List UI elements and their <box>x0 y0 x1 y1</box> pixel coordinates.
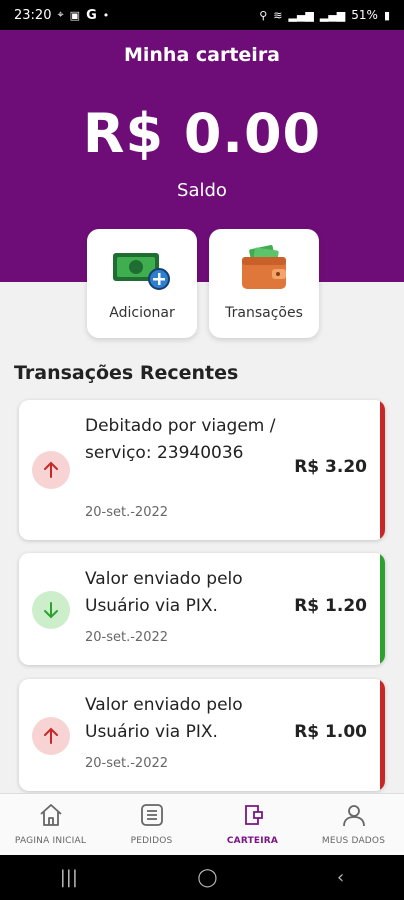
signal-icon: ▂▄▆ <box>288 8 314 22</box>
image-icon: ▣ <box>69 8 81 22</box>
arrow-up-icon <box>32 451 70 489</box>
transaction-description: Debitado por viagem / serviço: 23940036 <box>85 416 276 463</box>
battery-icon: ▮ <box>383 8 390 22</box>
wallet-header: Minha carteira R$ 0.00 Saldo <box>0 30 404 282</box>
nav-profile-label: MEUS DADOS <box>321 836 386 846</box>
transaction-card[interactable]: Valor enviado pelo Usuário via PIX. 20-s… <box>19 553 385 665</box>
nav-home[interactable]: PAGINA INICIAL <box>0 794 101 855</box>
orders-icon <box>140 804 163 826</box>
add-funds-label: Adicionar <box>109 305 175 321</box>
add-funds-button[interactable]: Adicionar <box>87 229 197 338</box>
battery-level: 51% <box>351 8 378 22</box>
status-edge <box>380 400 385 540</box>
recents-icon[interactable]: ||| <box>60 867 78 888</box>
status-bar: 23:20 ⌖ ▣ G • ⚲ ≋ ▂▄▆ ▂▄▆ 51% ▮ <box>0 0 404 30</box>
system-nav-bar: ||| ◯ ‹ <box>0 855 404 900</box>
page-title: Minha carteira <box>123 44 281 66</box>
bottom-nav: PAGINA INICIAL PEDIDOS CARTEIRA MEUS DAD… <box>0 793 404 855</box>
nav-profile[interactable]: MEUS DADOS <box>303 794 404 855</box>
transaction-value: R$ 3.20 <box>294 457 367 477</box>
transaction-value: R$ 1.20 <box>294 596 367 616</box>
balance-label: Saldo <box>177 180 227 201</box>
signal-2-icon: ▂▄▆ <box>319 8 346 22</box>
status-edge <box>380 553 385 665</box>
nav-orders[interactable]: PEDIDOS <box>101 794 202 855</box>
balance-amount: R$ 0.00 <box>82 102 322 165</box>
nav-wallet-label: CARTEIRA <box>226 836 279 846</box>
transaction-card[interactable]: Valor enviado pelo Usuário via PIX. 20-s… <box>19 679 385 791</box>
add-money-icon <box>113 253 170 290</box>
home-button-icon[interactable]: ◯ <box>197 867 217 888</box>
transaction-description: Valor enviado pelo Usuário via PIX. <box>85 695 243 742</box>
arrow-up-icon <box>32 717 70 755</box>
transaction-value: R$ 1.00 <box>294 722 367 742</box>
nav-wallet[interactable]: CARTEIRA <box>202 794 303 855</box>
home-icon <box>39 804 62 826</box>
nav-orders-label: PEDIDOS <box>130 836 173 846</box>
arrow-down-icon <box>32 591 70 629</box>
transaction-description: Valor enviado pelo Usuário via PIX. <box>85 569 243 616</box>
status-edge <box>380 679 385 791</box>
google-icon: G <box>86 7 97 23</box>
transaction-card[interactable]: Debitado por viagem / serviço: 23940036 … <box>19 400 385 540</box>
status-time: 23:20 <box>14 7 52 23</box>
transactions-label: Transações <box>225 305 303 321</box>
dot-icon: • <box>102 8 110 22</box>
location-icon: ⌖ <box>57 8 64 21</box>
wallet-icon <box>242 245 286 289</box>
recent-transactions-title: Transações Recentes <box>14 362 239 384</box>
transaction-date: 20-set.-2022 <box>85 630 169 645</box>
wifi-icon: ≋ <box>273 8 283 22</box>
user-icon <box>342 805 365 827</box>
back-icon[interactable]: ‹ <box>337 867 344 888</box>
transaction-date: 20-set.-2022 <box>85 756 169 771</box>
wallet-nav-icon <box>244 805 263 825</box>
nav-home-label: PAGINA INICIAL <box>14 836 87 846</box>
transactions-button[interactable]: Transações <box>209 229 319 338</box>
location-pin-icon: ⚲ <box>259 8 268 22</box>
transaction-date: 20-set.-2022 <box>85 505 169 520</box>
